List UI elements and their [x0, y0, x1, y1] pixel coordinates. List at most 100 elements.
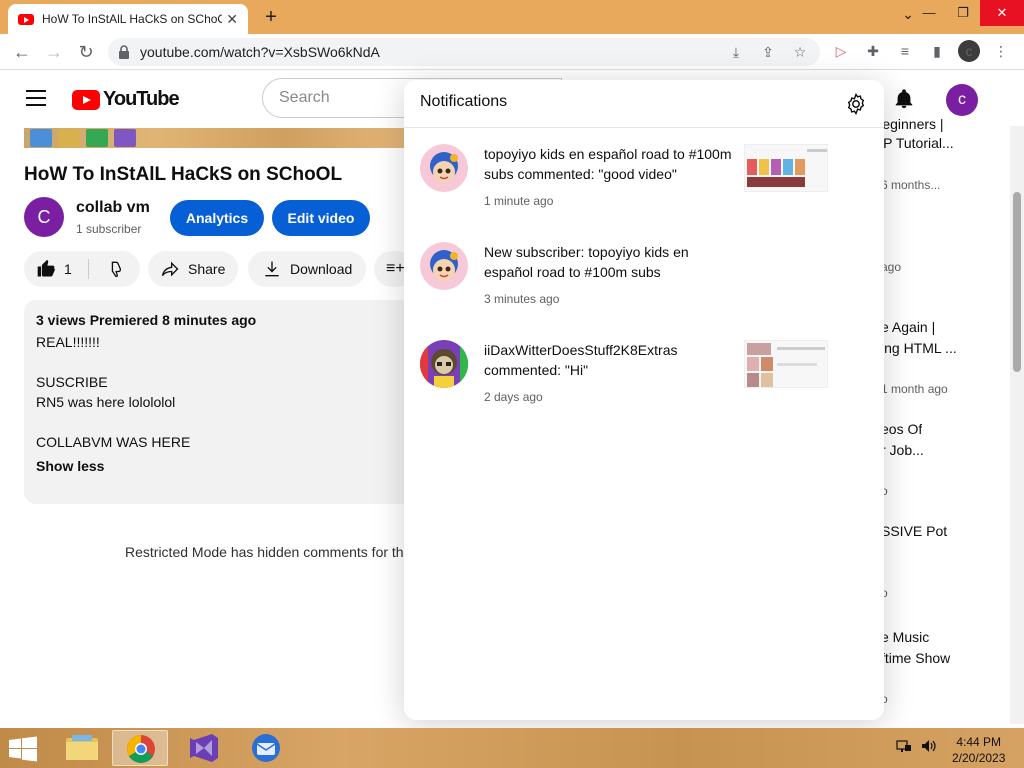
scrollbar-thumb[interactable]	[1013, 192, 1021, 372]
windows-taskbar: 4:44 PM 2/20/2023	[0, 728, 1024, 768]
taskbar-visual-studio[interactable]	[176, 730, 232, 766]
notifications-panel: Notifications topoyiyo kids en español r…	[404, 80, 884, 720]
close-window-button[interactable]: ✕	[980, 0, 1024, 26]
clock-time: 4:44 PM	[956, 735, 1002, 749]
restore-button[interactable]: ❐	[946, 0, 980, 26]
suggestion-title[interactable]: r Job...	[881, 442, 924, 458]
share-label: Share	[188, 261, 226, 277]
windows-start-icon[interactable]	[8, 736, 38, 762]
show-less-button[interactable]: Show less	[36, 458, 402, 474]
description-line: RN5 was here lolololol	[36, 394, 176, 410]
suggestion-meta: 6 months...	[881, 178, 941, 192]
share-button[interactable]: Share	[148, 251, 238, 287]
suggestion-meta: 1 month ago	[881, 382, 948, 396]
extensions-puzzle-icon[interactable]: ✚	[862, 40, 884, 62]
install-app-icon[interactable]: ⤓	[726, 42, 746, 62]
url-text: youtube.com/watch?v=XsbSWo6kNdA	[140, 44, 380, 60]
suggestion-title[interactable]: ftime Show	[881, 650, 950, 666]
youtube-favicon-icon	[18, 13, 34, 25]
channel-avatar[interactable]: C	[24, 197, 64, 237]
notification-item[interactable]: New subscriber: topoyiyo kids en español…	[404, 242, 884, 332]
like-dislike-group: 1	[24, 251, 140, 287]
download-button[interactable]: Download	[248, 251, 366, 287]
taskbar-file-explorer[interactable]	[54, 730, 110, 766]
tab-title: HoW To InStAlL HaCkS on SChoOL	[42, 12, 222, 26]
like-button[interactable]	[36, 259, 56, 282]
notification-item[interactable]: iiDaxWitterDoesStuff2K8Extras commented:…	[404, 340, 884, 430]
analytics-button[interactable]: Analytics	[170, 200, 264, 236]
notification-time: 1 minute ago	[484, 194, 554, 208]
volume-icon[interactable]	[920, 738, 936, 754]
description-line: SUSCRIBE	[36, 374, 108, 390]
suggestion-title[interactable]: HP Tutorial...	[873, 135, 954, 151]
like-divider	[88, 259, 89, 279]
visual-studio-icon	[114, 129, 136, 147]
new-tab-button[interactable]: +	[258, 4, 284, 30]
thunderbird-icon	[252, 734, 280, 762]
minimize-button[interactable]: —	[912, 0, 946, 26]
channel-name[interactable]: collab vm	[76, 199, 150, 217]
suggestion-title[interactable]: ing HTML ...	[881, 340, 957, 356]
youtube-logo[interactable]: YouTube	[72, 88, 180, 111]
notification-item[interactable]: topoyiyo kids en español road to #100m s…	[404, 144, 884, 234]
side-panel-icon[interactable]: ▮	[926, 40, 948, 62]
notification-thumbnail[interactable]	[744, 144, 828, 192]
taskbar-clock[interactable]: 4:44 PM 2/20/2023	[952, 734, 1005, 766]
taskbar-thunderbird[interactable]	[238, 730, 294, 766]
share-arrow-icon	[160, 259, 180, 279]
back-arrow-icon[interactable]: ←	[10, 40, 34, 64]
forward-arrow-icon[interactable]: →	[42, 40, 66, 64]
dislike-button[interactable]	[102, 259, 122, 282]
notification-avatar	[420, 242, 468, 290]
browser-toolbar: ← → ↻ youtube.com/watch?v=XsbSWo6kNdA ⤓ …	[0, 34, 1024, 70]
browser-tab-active[interactable]: HoW To InStAlL HaCkS on SChoOL ✕	[8, 4, 248, 34]
edit-video-button[interactable]: Edit video	[272, 200, 370, 236]
notifications-bell-icon[interactable]	[893, 88, 915, 110]
folder-icon	[66, 735, 98, 760]
clock-date: 2/20/2023	[952, 751, 1006, 765]
notifications-header: Notifications	[404, 80, 884, 128]
hamburger-menu-icon[interactable]	[26, 90, 46, 106]
notification-text: iiDaxWitterDoesStuff2K8Extras commented:…	[484, 342, 678, 378]
folder-icon	[58, 129, 80, 147]
settings-gear-icon[interactable]	[844, 92, 868, 116]
suggestion-title[interactable]: SSIVE Pot	[881, 523, 947, 539]
download-label: Download	[290, 261, 353, 277]
notification-avatar	[420, 340, 468, 388]
account-avatar[interactable]: c	[946, 84, 978, 116]
reload-icon[interactable]: ↻	[74, 40, 98, 64]
description-line: COLLABVM WAS HERE	[36, 434, 191, 450]
network-icon[interactable]	[896, 738, 912, 754]
suggestion-title[interactable]: e Again |	[881, 319, 935, 335]
video-title: HoW To InStAlL HaCkS on SChoOL	[24, 164, 343, 185]
media-control-icon[interactable]: ≡	[894, 40, 916, 62]
description-line	[36, 352, 402, 372]
notification-time: 3 minutes ago	[484, 292, 560, 306]
notification-time: 2 days ago	[484, 390, 543, 404]
thumbs-up-icon	[37, 259, 55, 277]
thumbs-down-icon	[111, 261, 121, 278]
description-box[interactable]: 3 views Premiered 8 minutes ago REAL!!!!…	[24, 300, 414, 504]
notifications-title: Notifications	[420, 93, 508, 110]
lock-icon	[119, 45, 129, 59]
youtube-wordmark: YouTube	[103, 88, 180, 110]
chrome-icon	[86, 129, 108, 147]
taskbar-chrome[interactable]	[112, 730, 168, 766]
profile-avatar[interactable]: c	[958, 40, 980, 62]
notification-text: topoyiyo kids en español road to #100m s…	[484, 146, 732, 182]
address-bar[interactable]: youtube.com/watch?v=XsbSWo6kNdA ⤓ ⇪ ☆	[108, 38, 820, 66]
suggestion-title[interactable]: e Music	[881, 629, 929, 645]
restricted-mode-notice: Restricted Mode has hidden comments for …	[125, 544, 405, 560]
notification-thumbnail[interactable]	[744, 340, 828, 388]
description-line	[36, 412, 402, 432]
menu-kebab-icon[interactable]: ⋮	[990, 40, 1012, 62]
extension-play-icon[interactable]: ▷	[830, 40, 852, 62]
bookmark-star-icon[interactable]: ☆	[790, 42, 810, 62]
tab-close-icon[interactable]: ✕	[226, 11, 238, 28]
description-line: REAL!!!!!!!	[36, 334, 100, 350]
suggestion-title[interactable]: eos Of	[881, 421, 922, 437]
like-count: 1	[64, 261, 72, 277]
share-page-icon[interactable]: ⇪	[758, 42, 778, 62]
video-player-desktop-icons	[30, 129, 136, 147]
system-tray	[896, 738, 936, 754]
